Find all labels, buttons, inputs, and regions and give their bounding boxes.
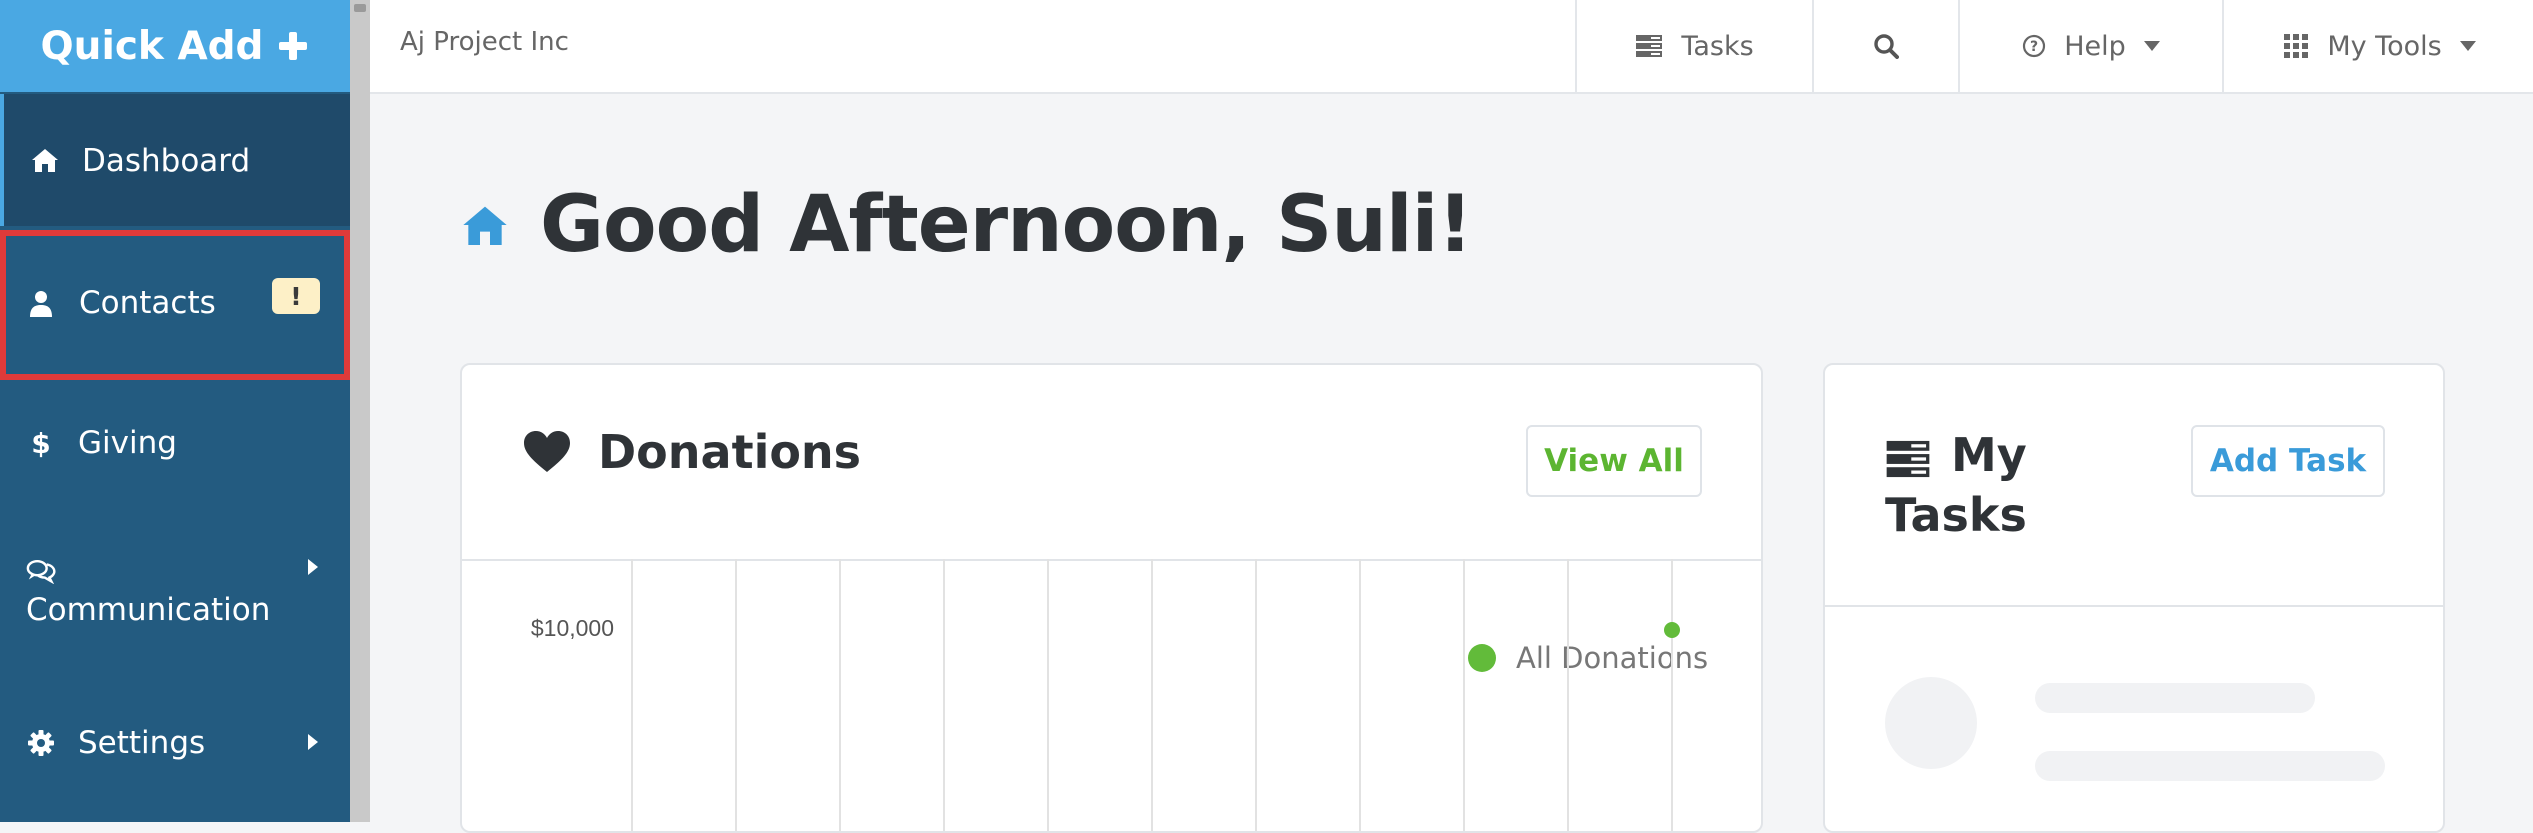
add-task-button[interactable]: Add Task xyxy=(2191,425,2385,497)
data-point xyxy=(1664,622,1680,638)
donations-chart: $12,000$10,000 xyxy=(531,559,1680,831)
tasks-button[interactable]: Tasks xyxy=(1575,0,1812,92)
help-label: Help xyxy=(2064,30,2126,62)
sidebar-item-label: Giving xyxy=(78,425,177,461)
alert-badge: ! xyxy=(272,278,320,314)
view-all-button[interactable]: View All xyxy=(1526,425,1702,497)
donations-title-text: Donations xyxy=(598,425,862,479)
donations-card: Donations View All All Donations $12,000… xyxy=(460,363,1763,833)
sidebar-item-label: Dashboard xyxy=(82,143,251,179)
home-icon xyxy=(30,145,60,175)
svg-text:$: $ xyxy=(31,427,50,459)
loading-line-placeholder xyxy=(2035,683,2315,713)
quick-add-button[interactable]: Quick Add xyxy=(0,0,350,92)
quick-add-label: Quick Add xyxy=(40,23,264,69)
sidebar-item-contacts[interactable]: Contacts ! xyxy=(0,230,350,380)
sidebar-item-communication[interactable]: Communication xyxy=(0,520,350,670)
caret-right-icon xyxy=(308,734,318,750)
sidebar-item-label: Contacts xyxy=(79,285,216,321)
my-tasks-title: My Tasks xyxy=(1885,425,2085,545)
sidebar-item-label: Communication xyxy=(26,592,271,628)
search-button[interactable] xyxy=(1812,0,1958,92)
sidebar-item-dashboard[interactable]: Dashboard xyxy=(0,94,350,226)
page-title: Good Afternoon, Suli! xyxy=(540,180,1473,270)
dollar-icon: $ xyxy=(26,427,56,459)
help-menu[interactable]: ? Help xyxy=(1958,0,2222,92)
sidebar-item-label: Settings xyxy=(78,725,206,761)
scroll-up-arrow[interactable] xyxy=(354,4,366,12)
chevron-down-icon xyxy=(2459,41,2476,51)
tasks-icon xyxy=(1886,440,1930,477)
caret-right-icon xyxy=(308,559,318,575)
organization-name: Aj Project Inc xyxy=(400,27,569,57)
donations-card-header: Donations View All xyxy=(462,365,1761,561)
sidebar: Quick Add Dashboard Contacts ! $ Giving xyxy=(0,0,350,822)
page-header: Good Afternoon, Suli! xyxy=(460,180,1473,270)
user-icon xyxy=(26,289,56,319)
chevron-down-icon xyxy=(2143,41,2160,51)
donations-title: Donations xyxy=(522,425,861,479)
loading-line-placeholder xyxy=(2035,751,2385,781)
my-tasks-card-header: My Tasks Add Task xyxy=(1825,365,2443,607)
sidebar-item-giving[interactable]: $ Giving xyxy=(0,385,350,515)
loading-avatar-placeholder xyxy=(1885,677,1977,769)
sidebar-item-settings[interactable]: Settings xyxy=(0,680,350,820)
my-tasks-card: My Tasks Add Task xyxy=(1823,363,2445,833)
heart-icon xyxy=(524,431,570,472)
grid-icon xyxy=(2284,34,2309,58)
my-tools-label: My Tools xyxy=(2327,30,2442,62)
sidebar-scrollbar[interactable] xyxy=(350,0,370,822)
top-bar: Aj Project Inc Tasks ? Help My Tools xyxy=(370,0,2533,94)
y-tick-label: $10,000 xyxy=(531,615,614,641)
plus-icon xyxy=(279,32,308,60)
search-icon xyxy=(1874,34,1899,59)
comments-icon xyxy=(26,556,56,586)
my-tools-menu[interactable]: My Tools xyxy=(2222,0,2533,92)
svg-text:?: ? xyxy=(2030,39,2038,55)
gear-icon xyxy=(26,728,56,758)
question-circle-icon: ? xyxy=(2023,34,2046,58)
tasks-label: Tasks xyxy=(1681,30,1754,62)
home-icon xyxy=(463,206,507,245)
tasks-icon xyxy=(1636,35,1663,57)
